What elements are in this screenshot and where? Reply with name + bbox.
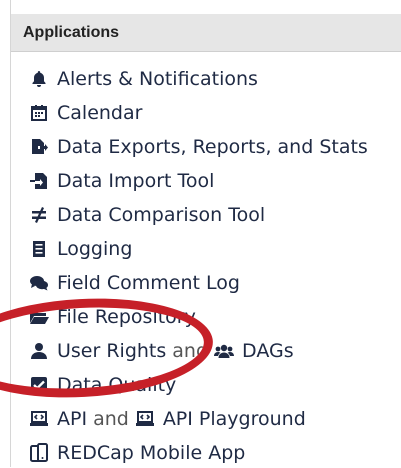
menu-label[interactable]: REDCap Mobile App [57,442,245,464]
menu-item-data-exports[interactable]: Data Exports, Reports, and Stats [29,132,368,162]
api-link[interactable]: API [57,408,87,430]
menu-item-user-rights: User Rights and DAGs [29,336,294,366]
menu-label[interactable]: Logging [57,238,132,260]
menu-item-data-import[interactable]: Data Import Tool [29,166,214,196]
file-import-icon [29,171,49,191]
menu-item-calendar[interactable]: Calendar [29,98,142,128]
users-icon [214,341,235,361]
and-separator: and [172,340,209,362]
menu-label[interactable]: Data Quality [57,374,176,396]
menu-item-data-comparison[interactable]: Data Comparison Tool [29,200,265,230]
menu-item-redcap-mobile-app[interactable]: REDCap Mobile App [29,438,245,468]
panel-title: Applications [23,23,120,41]
laptop-code-icon [29,409,49,429]
and-separator: and [93,408,129,430]
user-rights-link[interactable]: User Rights [57,340,166,362]
laptop-code-icon [135,409,155,429]
menu-item-file-repository[interactable]: File Repository [29,302,196,332]
bell-icon [29,69,49,89]
menu-item-data-quality[interactable]: Data Quality [29,370,176,400]
menu-label[interactable]: Calendar [57,102,142,124]
menu-item-logging[interactable]: Logging [29,234,132,264]
menu-label[interactable]: Alerts & Notifications [57,68,258,90]
not-equal-icon [29,205,49,225]
menu-item-api: API and API Playground [29,404,306,434]
api-playground-link[interactable]: API Playground [163,408,306,430]
calendar-icon [29,103,49,123]
menu-label[interactable]: Data Comparison Tool [57,204,265,226]
menu-item-alerts[interactable]: Alerts & Notifications [29,64,258,94]
menu-label[interactable]: Field Comment Log [57,272,240,294]
menu-label[interactable]: File Repository [57,306,196,328]
dags-link[interactable]: DAGs [242,340,294,362]
file-export-icon [29,137,49,157]
mobile-icon [29,443,49,463]
menu-label[interactable]: Data Exports, Reports, and Stats [57,136,368,158]
comments-icon [29,273,49,293]
user-icon [29,341,49,361]
applications-header: Applications [11,14,401,52]
applications-panel: Applications Alerts & Notifications Cale… [0,0,401,468]
menu-item-field-comment-log[interactable]: Field Comment Log [29,268,240,298]
menu-label[interactable]: Data Import Tool [57,170,214,192]
folder-open-icon [29,307,49,327]
check-square-icon [29,375,49,395]
list-icon [29,239,49,259]
